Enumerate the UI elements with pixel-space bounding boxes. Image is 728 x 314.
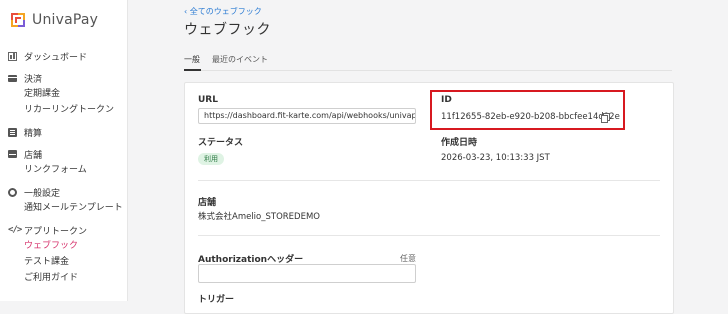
sidebar-item-app-tokens[interactable]: </> アプリトークン [0, 222, 127, 238]
sidebar-item-link-form[interactable]: リンクフォーム [0, 162, 127, 178]
sidebar-item-general-settings[interactable]: 一般設定 [0, 184, 127, 200]
created-value: 2026-03-23, 10:13:33 JST [441, 153, 550, 163]
app-name: UnivaPay [32, 12, 99, 28]
sidebar-item-label: 一般設定 [24, 188, 61, 199]
divider [198, 180, 660, 181]
main-content: ‹ 全てのウェブフック ウェブフック 一般 最近のイベント URL https:… [128, 0, 728, 314]
webhook-details-card: URL https://dashboard.fit-karte.com/api/… [184, 82, 674, 314]
sidebar-item-test-charge[interactable]: テスト課金 [0, 254, 127, 270]
tab-general[interactable]: 一般 [184, 54, 201, 71]
created-label: 作成日時 [441, 138, 478, 148]
sidebar-item-stores[interactable]: 店舗 [0, 146, 127, 162]
store-value: 株式会社Amelio_STOREDEMO [198, 212, 320, 222]
sidebar-item-label: アプリトークン [24, 226, 88, 237]
copy-icon[interactable] [601, 113, 610, 123]
sidebar-item-user-guide[interactable]: ご利用ガイド [0, 270, 127, 286]
sidebar-item-notification-templates[interactable]: 通知メールテンプレート [0, 200, 127, 216]
sidebar-item-label: 精算 [24, 128, 43, 139]
ledger-icon [8, 127, 17, 137]
sidebar-item-recurring-tokens[interactable]: リカーリングトークン [0, 102, 127, 118]
url-label: URL [198, 95, 218, 105]
sidebar-item-settlements[interactable]: 精算 [0, 124, 127, 140]
logo[interactable]: UnivaPay [8, 9, 98, 31]
sidebar-item-label: 店舗 [24, 150, 43, 161]
divider [198, 235, 660, 236]
tab-bar: 一般 最近のイベント [184, 51, 672, 71]
sidebar-nav: ダッシュボード 決済 定期課金 リカーリングトークン 精算 店舗 リンクフォーム… [0, 48, 127, 286]
univapay-logo-icon [8, 10, 28, 30]
page-title: ウェブフック [184, 22, 271, 38]
tab-recent-events[interactable]: 最近のイベント [212, 54, 268, 69]
dashboard-icon [8, 51, 17, 61]
trigger-label: トリガー [198, 295, 235, 305]
sidebar-item-label: ダッシュボード [24, 52, 88, 63]
credit-card-icon [8, 74, 17, 82]
code-icon: </> [8, 224, 22, 235]
status-badge: 利用 [198, 153, 224, 165]
store-label: 店舗 [198, 198, 217, 208]
gear-icon [8, 187, 17, 197]
id-label: ID [441, 95, 452, 105]
url-field[interactable]: https://dashboard.fit-karte.com/api/webh… [198, 108, 416, 124]
breadcrumb-back-link[interactable]: ‹ 全てのウェブフック [184, 6, 262, 17]
optional-label: 任意 [400, 254, 416, 263]
sidebar-item-webhooks[interactable]: ウェブフック [0, 238, 127, 254]
authorization-header-input[interactable] [198, 264, 416, 283]
sidebar-item-dashboard[interactable]: ダッシュボード [0, 48, 127, 64]
store-icon [8, 150, 17, 158]
status-label: ステータス [198, 138, 244, 148]
sidebar-item-subscriptions[interactable]: 定期課金 [0, 86, 127, 102]
sidebar-item-payments[interactable]: 決済 [0, 70, 127, 86]
sidebar: UnivaPay ダッシュボード 決済 定期課金 リカーリングトークン 精算 店… [0, 0, 128, 301]
id-value: 11f12655-82eb-e920-b208-bbcfee14d92e [441, 112, 620, 122]
sidebar-item-label: 決済 [24, 74, 43, 85]
